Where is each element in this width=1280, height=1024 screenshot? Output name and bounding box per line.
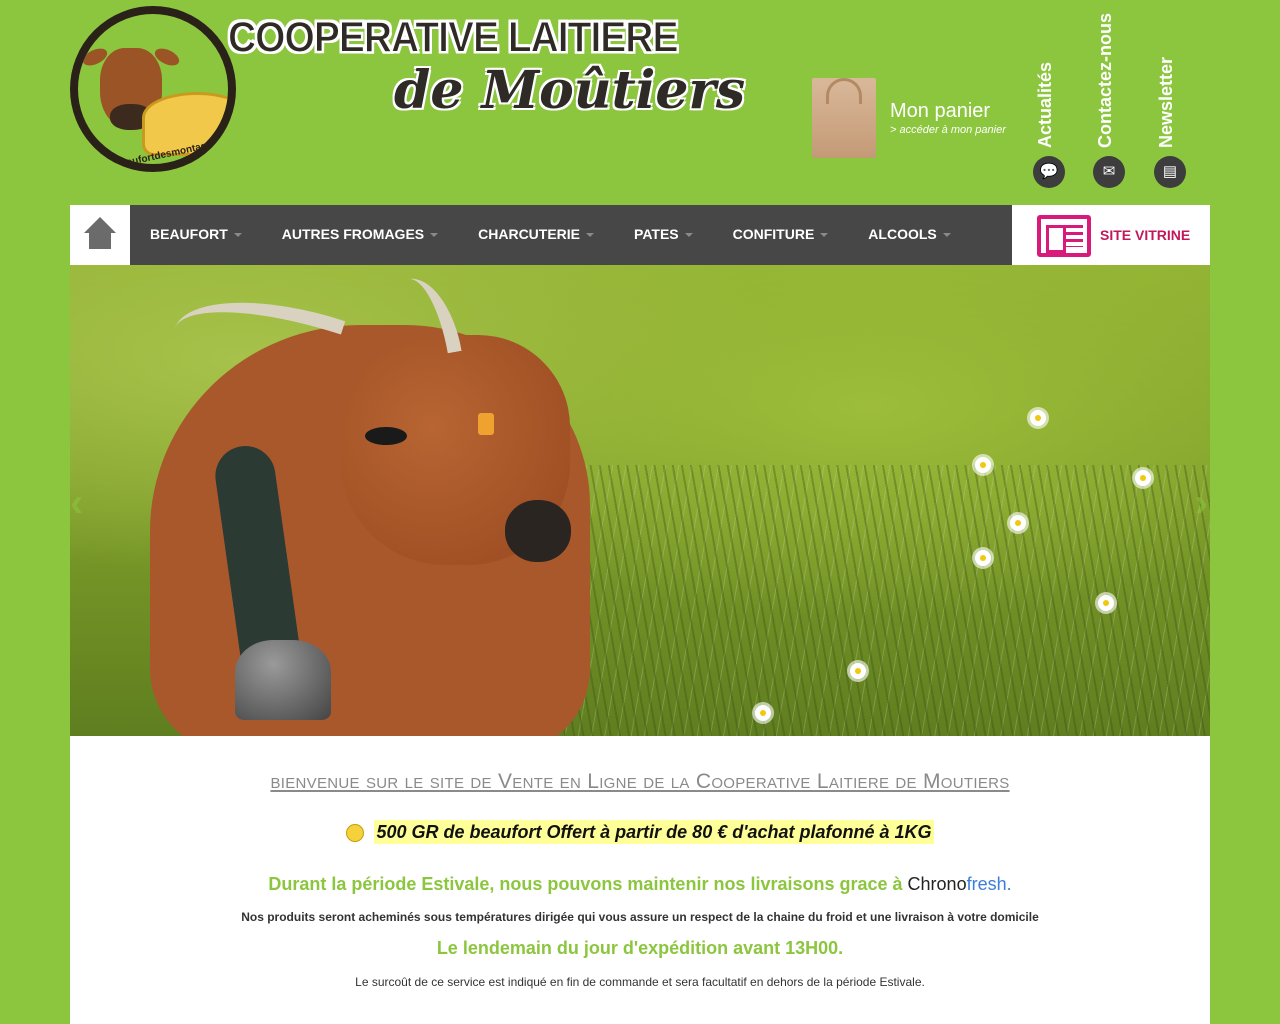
site-logo[interactable]: beaufortdesmontagnes.com COOPERATIVE LAI… <box>70 6 745 176</box>
daisy-flower <box>1030 410 1046 426</box>
promo-text: 500 GR de beaufort Offert à partir de 80… <box>374 820 934 844</box>
welcome-heading: bienvenue sur le site de Vente en Ligne … <box>270 770 1010 793</box>
carousel-prev-icon[interactable]: ‹ <box>70 481 83 526</box>
surcharge-text: Le surcoût de ce service est indiqué en … <box>355 975 925 989</box>
envelope-icon[interactable]: ✉ <box>1093 156 1125 188</box>
speech-bubble-icon[interactable]: 💬 <box>1033 156 1065 188</box>
nav-item-label: CONFITURE <box>732 226 815 242</box>
caret-down-icon <box>430 233 439 238</box>
cart-link[interactable]: > accéder à mon panier <box>890 124 1006 136</box>
newspaper-icon <box>1037 215 1091 257</box>
home-button[interactable] <box>70 205 130 265</box>
nav-item-label: BEAUFORT <box>150 226 228 242</box>
daisy-flower <box>975 457 991 473</box>
chronofresh-fresh: fresh. <box>966 874 1012 894</box>
chronofresh-chrono: Chrono <box>907 874 967 894</box>
logo-emblem: beaufortdesmontagnes.com <box>70 6 236 172</box>
home-icon <box>84 217 116 233</box>
promo-row: 500 GR de beaufort Offert à partir de 80… <box>70 820 1210 844</box>
nav-item-charcuterie[interactable]: CHARCUTERIE <box>458 205 614 265</box>
daisy-flower <box>1098 595 1114 611</box>
cart-widget[interactable]: Mon panier > accéder à mon panier <box>812 64 1027 194</box>
caret-down-icon <box>586 233 595 238</box>
document-icon[interactable]: ▤ <box>1154 156 1186 188</box>
daisy-flower <box>755 705 771 721</box>
shopping-bag-icon <box>812 78 876 158</box>
nav-item-label: PATES <box>634 226 679 242</box>
caret-down-icon <box>820 233 829 238</box>
news-link[interactable]: Actualités 💬 <box>1031 20 1067 190</box>
nav-item-autres-fromages[interactable]: AUTRES FROMAGES <box>262 205 458 265</box>
hero-carousel: ‹ › <box>70 265 1210 736</box>
cow-nose <box>505 500 571 562</box>
caret-down-icon <box>233 233 242 238</box>
main-nav: BEAUFORT AUTRES FROMAGES CHARCUTERIE PAT… <box>70 205 1210 265</box>
newsletter-link[interactable]: Newsletter ▤ <box>1152 20 1188 190</box>
estival-prefix: Durant la période Estivale, nous pouvons… <box>268 874 908 894</box>
cow-bell <box>235 640 331 720</box>
contact-label[interactable]: Contactez-nous <box>1095 13 1116 148</box>
nav-item-label: CHARCUTERIE <box>478 226 581 242</box>
estival-text: Durant la période Estivale, nous pouvons… <box>70 874 1210 895</box>
cow-eye <box>365 427 407 445</box>
nav-menu: BEAUFORT AUTRES FROMAGES CHARCUTERIE PAT… <box>130 205 971 265</box>
carousel-next-icon[interactable]: › <box>1195 481 1208 526</box>
contact-link[interactable]: Contactez-nous ✉ <box>1091 13 1127 190</box>
home-icon-body <box>89 233 111 249</box>
main-content: bienvenue sur le site de Vente en Ligne … <box>70 736 1210 1024</box>
ear-tag <box>478 413 494 435</box>
cart-title[interactable]: Mon panier <box>890 100 990 123</box>
nav-item-confiture[interactable]: CONFITURE <box>713 205 849 265</box>
products-text: Nos produits seront acheminés sous tempé… <box>241 910 1039 924</box>
newsletter-label[interactable]: Newsletter <box>1156 57 1177 148</box>
site-vitrine-button[interactable]: SITE VITRINE <box>1012 205 1210 265</box>
site-vitrine-label: SITE VITRINE <box>1100 227 1191 243</box>
daisy-flower <box>1135 470 1151 486</box>
nav-item-alcools[interactable]: ALCOOLS <box>848 205 970 265</box>
logo-title: COOPERATIVE LAITIERE <box>228 13 679 62</box>
daisy-flower <box>850 663 866 679</box>
nav-item-label: ALCOOLS <box>868 226 937 242</box>
nav-item-beaufort[interactable]: BEAUFORT <box>130 205 262 265</box>
delivery-text: Le lendemain du jour d'expédition avant … <box>436 938 844 958</box>
daisy-flower <box>975 550 991 566</box>
nav-item-pates[interactable]: PATES <box>614 205 713 265</box>
logo-subtitle: de Moûtiers <box>394 60 746 121</box>
caret-down-icon <box>684 233 693 238</box>
caret-down-icon <box>942 233 951 238</box>
nav-item-label: AUTRES FROMAGES <box>281 226 425 242</box>
smiley-icon <box>346 824 365 843</box>
daisy-flower <box>1010 515 1026 531</box>
news-label[interactable]: Actualités <box>1035 62 1056 148</box>
